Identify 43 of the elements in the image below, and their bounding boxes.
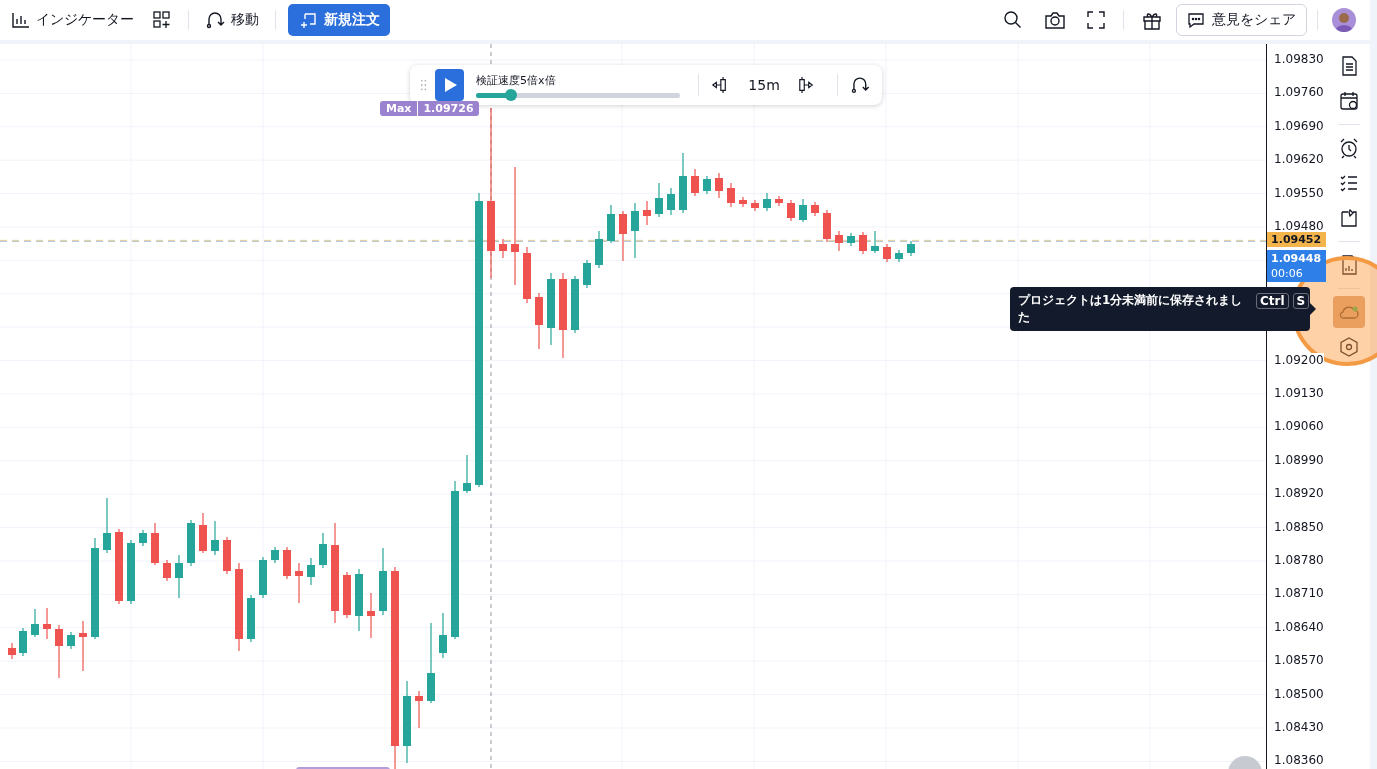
cloud-button[interactable]: [1332, 296, 1365, 328]
price-tick: 1.09480: [1274, 219, 1324, 233]
calendar-icon: [1337, 90, 1360, 112]
price-tick: 1.08500: [1274, 686, 1324, 701]
move-button[interactable]: 移動: [199, 6, 265, 34]
bar-chart-icon: [12, 12, 30, 28]
play-icon: [444, 77, 459, 93]
price-tick: 1.09200: [1274, 352, 1324, 367]
speed-label: 検証速度5倍x倍: [476, 72, 557, 88]
price-tick: 1.08640: [1274, 619, 1324, 634]
hexagon-icon: [1337, 336, 1360, 358]
price-label: 1.09452: [1267, 232, 1327, 248]
price-tick: 1.08850: [1274, 519, 1324, 534]
price-tick: 1.09550: [1274, 185, 1324, 200]
price-tick: 1.08990: [1274, 452, 1324, 467]
return-arrow-icon[interactable]: [850, 74, 870, 96]
play-button[interactable]: [435, 69, 465, 101]
speed-slider[interactable]: [476, 92, 680, 98]
price-tick: 1.09690: [1274, 118, 1324, 133]
order-icon: [298, 10, 318, 30]
price-tick: 1.08430: [1274, 720, 1324, 734]
grid-plus-icon: [152, 10, 172, 30]
last-price: 1.09448: [1271, 251, 1323, 267]
camera-icon[interactable]: [1045, 11, 1065, 29]
new-order-button[interactable]: 新規注文: [288, 4, 390, 36]
fullscreen-icon[interactable]: [1087, 11, 1105, 29]
gift-icon[interactable]: [1142, 10, 1162, 30]
price-tick: 1.08780: [1274, 553, 1324, 567]
price-tick: 1.09130: [1274, 386, 1324, 400]
indicators-button[interactable]: インジケーター: [6, 7, 140, 33]
shortcut-key: S: [1292, 293, 1310, 309]
search-icon[interactable]: [1003, 10, 1023, 30]
feedback-button[interactable]: 意見をシェア: [1176, 4, 1307, 36]
return-arrow-icon: [205, 10, 225, 30]
max-tag: Max: [380, 100, 419, 116]
drag-handle-icon[interactable]: [420, 78, 428, 92]
interval-button[interactable]: 15m: [740, 75, 788, 95]
price-tick: 1.09830: [1274, 52, 1324, 66]
avatar[interactable]: [1332, 8, 1356, 32]
shortcut-key: Ctrl: [1256, 293, 1289, 309]
tooltip-text: プロジェクトは1分未満前に保存されました: [1018, 292, 1244, 326]
chat-bubble-icon: [1187, 11, 1205, 29]
countdown: 00:06: [1271, 266, 1304, 282]
